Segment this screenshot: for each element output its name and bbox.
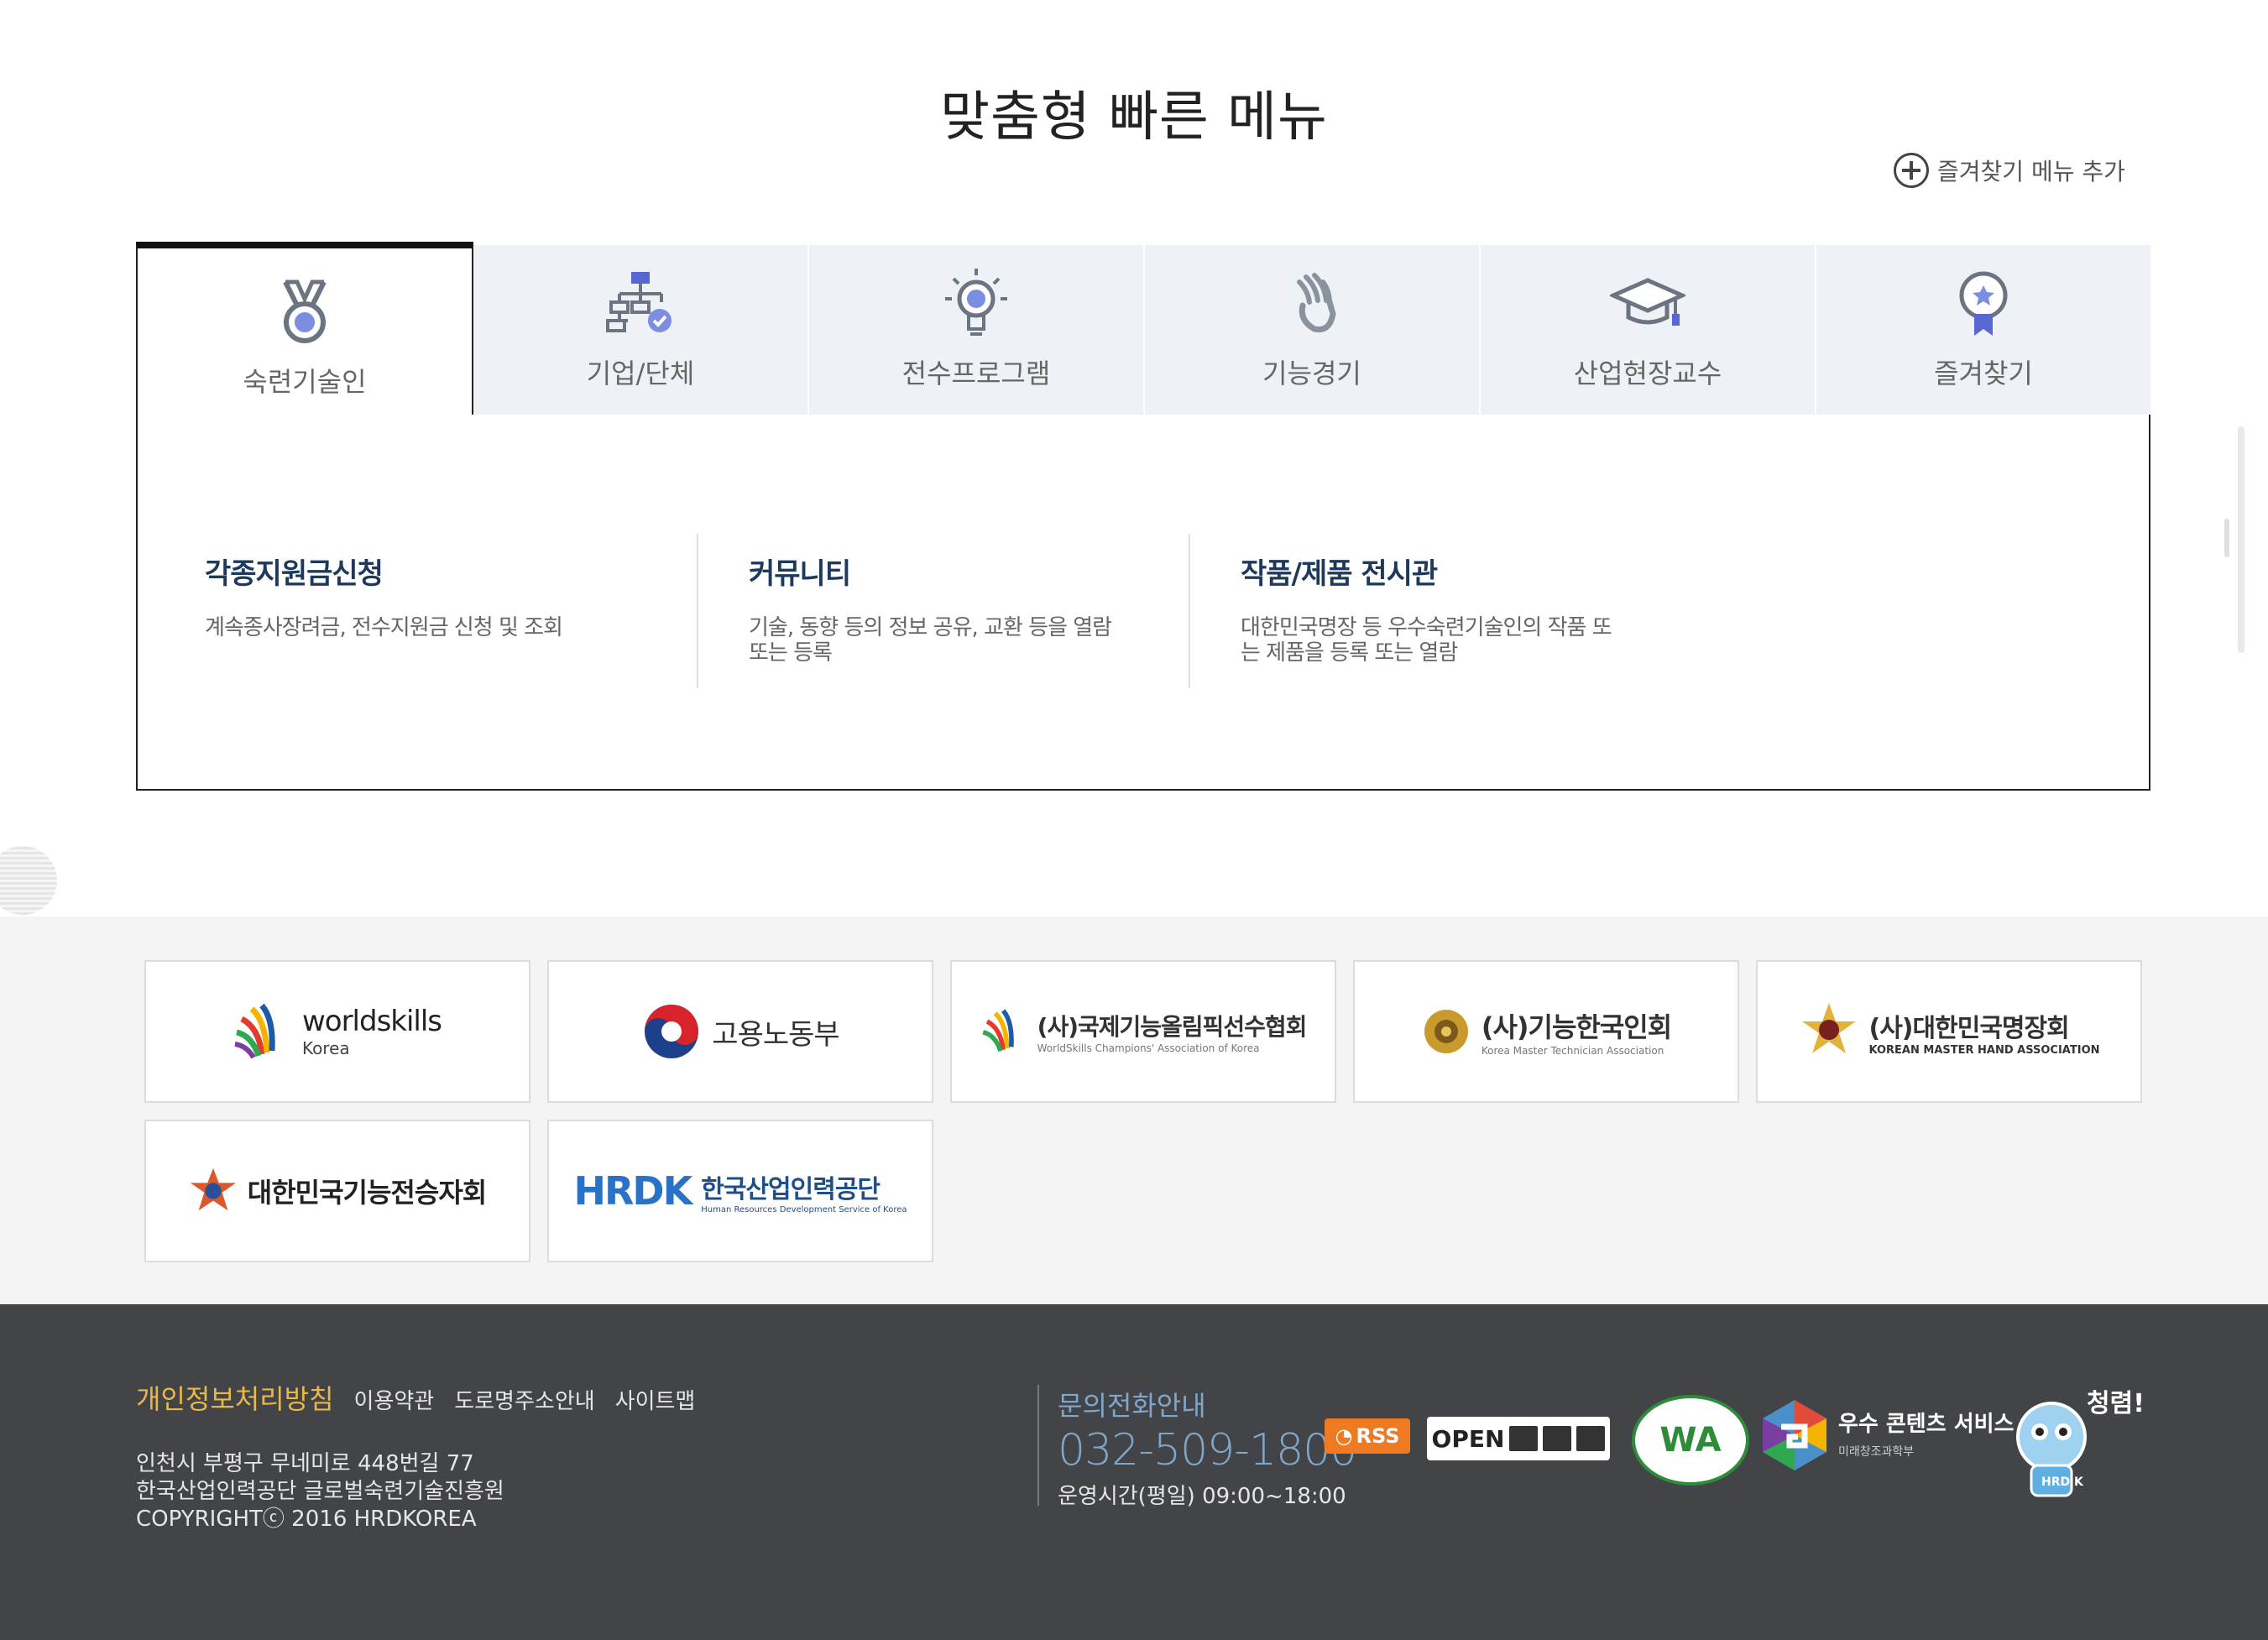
menu-item-product-gallery[interactable]: 작품/제품 전시관 대한민국명장 등 우수숙련기술인의 작품 또는 제품을 등록… [1189, 534, 1680, 688]
rss-badge[interactable]: ◔ RSS [1325, 1418, 1410, 1454]
best-content-badge: 우수 콘텐츠 서비스 미래창조과학부 [1838, 1407, 2014, 1460]
partner-name: (사)대한민국명장회 [1868, 1013, 2070, 1043]
wa-label: WA [1659, 1421, 1722, 1460]
partner-sub: WorldSkills Champions' Association of Ko… [1037, 1042, 1260, 1054]
partner-name: 고용노동부 [712, 1017, 839, 1052]
menu-item-desc: 기술, 동향 등의 정보 공유, 교환 등을 열람 또는 등록 [749, 615, 1112, 666]
emblem-icon [1424, 1010, 1468, 1053]
best-content-title: 우수 콘텐츠 서비스 [1838, 1412, 2015, 1437]
partner-moel[interactable]: 고용노동부 [547, 960, 933, 1103]
menu-item-title: 커뮤니티 [749, 557, 851, 591]
rss-label: RSS [1356, 1424, 1400, 1448]
contact-info: 문의전화안내 032-509-1800 운영시간(평일) 09:00~18:00 [1058, 1385, 1357, 1510]
mascot-text: 청렴! [2087, 1389, 2145, 1418]
medal-icon [283, 279, 327, 343]
tab-favorites[interactable]: 즐겨찾기 [1816, 245, 2150, 416]
partner-hrdk[interactable]: HRDK 한국산업인력공단 Human Resources Development… [547, 1120, 933, 1262]
worldskills-logo-icon [234, 1003, 275, 1059]
contact-phone: 032-509-1800 [1058, 1425, 1357, 1475]
footer-address: 인천시 부평구 무네미로 448번길 77 한국산업인력공단 글로벌숙련기술진흥… [136, 1450, 504, 1533]
mascot-image: HRD K 청렴! [1994, 1378, 2150, 1507]
tab-label: 기업/단체 [586, 358, 695, 389]
tab-transfer-program[interactable]: 전수프로그램 [809, 245, 1145, 416]
tab-industry-professor[interactable]: 산업현장교수 [1481, 245, 1816, 416]
emblem-icon [1801, 1003, 1856, 1053]
add-favorite-label: 즐겨찾기 메뉴 추가 [1937, 158, 2125, 185]
open-license-badge: OPEN [1427, 1417, 1610, 1460]
good-content-mark-icon [1763, 1400, 1826, 1470]
worldskills-logo-icon [982, 1009, 1014, 1052]
partner-name: 대한민국기능전승자회 [247, 1177, 487, 1209]
partner-name: worldskills [301, 1005, 442, 1038]
partner-sub: Korea Master Technician Association [1481, 1045, 1664, 1057]
footer-divider [1037, 1385, 1039, 1506]
tab-content-panel: 각종지원금신청 계속종사장려금, 전수지원금 신청 및 조회 커뮤니티 기술, … [136, 415, 2150, 791]
license-icon [1509, 1426, 1539, 1451]
menu-item-subsidy-application[interactable]: 각종지원금신청 계속종사장려금, 전수지원금 신청 및 조회 [205, 534, 697, 688]
org-name: 한국산업인력공단 글로벌숙련기술진흥원 [136, 1479, 504, 1504]
partner-worldskills[interactable]: worldskills Korea [144, 960, 530, 1103]
partner-master-hand[interactable]: (사)대한민국명장회 KOREAN MASTER HAND ASSOCIATION [1756, 960, 2142, 1103]
road-address-link[interactable]: 도로명주소안내 [454, 1384, 594, 1415]
partner-name: 한국산업인력공단 [701, 1174, 881, 1204]
partner-links: worldskills Korea 고용노동부 (사)국제기능올림픽선수협회 Wor… [0, 917, 2268, 1304]
partner-name: (사)국제기능올림픽선수협회 [1037, 1013, 1308, 1041]
partner-master-technician[interactable]: (사)기능한국인회 Korea Master Technician Associa… [1353, 960, 1739, 1103]
partner-name: (사)기능한국인회 [1481, 1011, 1672, 1043]
org-chart-icon [606, 272, 672, 332]
privacy-policy-link[interactable]: 개인정보처리방침 [136, 1378, 334, 1417]
tab-skills-competition[interactable]: 기능경기 [1145, 245, 1481, 416]
contact-title: 문의전화안내 [1058, 1390, 1206, 1422]
decorative-circle [0, 846, 57, 915]
tab-label: 기능경기 [1262, 358, 1361, 389]
open-label: OPEN [1431, 1424, 1505, 1453]
page-title: 맞춤형 빠른 메뉴 [940, 86, 1328, 149]
partner-champions-association[interactable]: (사)국제기능올림픽선수협회 WorldSkills Champions' Ass… [950, 960, 1336, 1103]
license-icon [1576, 1426, 1606, 1451]
scrollbar[interactable] [2238, 426, 2244, 653]
tab-label: 전수프로그램 [901, 358, 1051, 389]
lightbulb-icon [945, 269, 1007, 336]
add-favorite-menu-button[interactable]: 즐겨찾기 메뉴 추가 [1894, 153, 2125, 188]
plus-circle-icon [1894, 153, 1929, 188]
menu-item-title: 작품/제품 전시관 [1241, 557, 1438, 591]
web-accessibility-badge: WA [1632, 1395, 1749, 1486]
menu-item-desc: 대한민국명장 등 우수숙련기술인의 작품 또는 제품을 등록 또는 열람 [1241, 615, 1612, 666]
mascot-badge: HRD K [2041, 1475, 2084, 1489]
quick-menu-tabs: 숙련기술인 기업/단체 전수프로그램 기능경기 산업현장교수 즐겨찾기 [136, 242, 2150, 416]
hrdk-logo: HRDK [573, 1168, 692, 1214]
menu-item-desc: 계속종사장려금, 전수지원금 신청 및 조회 [205, 615, 563, 640]
tab-company-group[interactable]: 기업/단체 [473, 245, 809, 416]
partner-sub: Korea [301, 1038, 350, 1058]
best-content-sub: 미래창조과학부 [1838, 1445, 1915, 1459]
license-icon [1543, 1426, 1572, 1451]
tab-label: 즐겨찾기 [1934, 358, 2033, 389]
menu-item-title: 각종지원금신청 [205, 557, 384, 591]
mascot-icon: HRD K 청렴! [2016, 1389, 2145, 1497]
footer: 개인정보처리방침 이용약관 도로명주소안내 사이트맵 인천시 부평구 무네미로 … [0, 1304, 2268, 1640]
hand-icon [1297, 273, 1336, 333]
award-ribbon-icon [1959, 271, 2008, 336]
terms-link[interactable]: 이용약관 [354, 1384, 435, 1415]
tab-label: 숙련기술인 [243, 366, 367, 398]
copyright: COPYRIGHTⓒ 2016 HRDKOREA [136, 1507, 477, 1532]
graduation-cap-icon [1610, 278, 1685, 326]
tab-label: 산업현장교수 [1573, 358, 1722, 389]
scrollbar-thumb[interactable] [2224, 519, 2229, 557]
emblem-icon [190, 1167, 236, 1211]
partner-sub: KOREAN MASTER HAND ASSOCIATION [1868, 1043, 2100, 1057]
taegeuk-logo-icon [645, 1005, 699, 1058]
menu-item-community[interactable]: 커뮤니티 기술, 동향 등의 정보 공유, 교환 등을 열람 또는 등록 [697, 534, 1189, 688]
address-line: 인천시 부평구 무네미로 448번길 77 [136, 1451, 474, 1476]
contact-hours: 운영시간(평일) 09:00~18:00 [1058, 1484, 1346, 1509]
tab-skilled-technician[interactable]: 숙련기술인 [136, 242, 473, 416]
rss-icon: ◔ [1335, 1424, 1353, 1448]
sitemap-link[interactable]: 사이트맵 [615, 1384, 696, 1415]
partner-sub: Human Resources Development Service of K… [701, 1204, 907, 1214]
partner-skill-inheritors[interactable]: 대한민국기능전승자회 [144, 1120, 530, 1262]
